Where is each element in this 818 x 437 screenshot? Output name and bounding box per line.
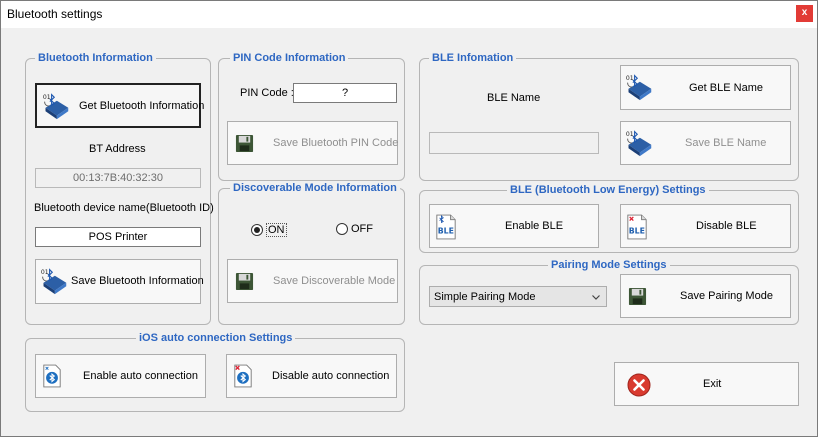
button-label: Get Bluetooth Information	[79, 100, 205, 112]
bluetooth-transfer-icon	[40, 267, 68, 295]
bt-address-field: 00:13:7B:40:32:30	[35, 168, 201, 188]
bluetooth-transfer-icon	[625, 129, 653, 157]
button-label: Exit	[703, 378, 722, 390]
pin-code-label: PIN Code :	[240, 87, 294, 99]
save-ble-name-button[interactable]: Save BLE Name	[620, 121, 791, 165]
radio-label: OFF	[351, 223, 373, 235]
disable-auto-connection-button[interactable]: Disable auto connection	[226, 354, 397, 398]
button-label: Save Bluetooth PIN Code	[273, 137, 399, 149]
ble-disable-icon	[626, 214, 648, 240]
disable-ble-button[interactable]: Disable BLE	[620, 204, 791, 248]
save-discoverable-mode-button[interactable]: Save Discoverable Mode	[227, 259, 398, 303]
close-button[interactable]: x	[796, 5, 813, 22]
group-title: Bluetooth Information	[35, 51, 156, 65]
button-label: Save Bluetooth Information	[71, 275, 204, 287]
radio-indicator	[336, 223, 348, 235]
group-title: PIN Code Information	[230, 51, 349, 65]
bt-address-label: BT Address	[89, 143, 146, 155]
enable-ble-button[interactable]: Enable BLE	[429, 204, 599, 248]
chevron-down-icon	[592, 295, 600, 300]
get-bluetooth-information-button[interactable]: Get Bluetooth Information	[35, 83, 205, 128]
floppy-disk-icon	[628, 287, 647, 306]
bluetooth-settings-window: Bluetooth settings x Bluetooth Informati…	[0, 0, 818, 437]
discoverable-off-radio[interactable]: OFF	[336, 223, 373, 235]
button-label: Save Discoverable Mode	[273, 275, 396, 287]
window-title: Bluetooth settings	[7, 7, 103, 21]
group-title: iOS auto connection Settings	[136, 331, 296, 345]
button-label: Get BLE Name	[689, 82, 763, 94]
select-value: Simple Pairing Mode	[434, 290, 536, 303]
ble-name-label: BLE Name	[487, 92, 541, 104]
button-label: Enable auto connection	[83, 370, 198, 382]
radio-indicator	[251, 224, 263, 236]
device-name-input[interactable]: POS Printer	[35, 227, 201, 247]
floppy-disk-icon	[235, 272, 254, 291]
bluetooth-transfer-icon	[625, 73, 653, 101]
floppy-disk-icon	[235, 134, 254, 153]
group-title: Discoverable Mode Information	[230, 181, 400, 195]
button-label: Disable BLE	[696, 220, 757, 232]
title-bar: Bluetooth settings x	[1, 1, 817, 28]
exit-icon	[627, 373, 651, 397]
button-label: Disable auto connection	[272, 370, 390, 382]
get-ble-name-button[interactable]: Get BLE Name	[620, 65, 791, 110]
group-title: Pairing Mode Settings	[548, 258, 670, 272]
button-label: Enable BLE	[505, 220, 564, 232]
exit-button[interactable]: Exit	[614, 362, 799, 406]
ble-name-input[interactable]	[429, 132, 599, 154]
pin-code-input[interactable]: ?	[293, 83, 397, 103]
discoverable-mode-group: Discoverable Mode Information	[218, 181, 405, 325]
group-title: BLE (Bluetooth Low Energy) Settings	[507, 183, 709, 197]
bluetooth-disable-icon	[233, 364, 253, 388]
save-bluetooth-pin-code-button[interactable]: Save Bluetooth PIN Code	[227, 121, 398, 165]
device-name-label: Bluetooth device name(Bluetooth ID)	[34, 202, 214, 214]
enable-auto-connection-button[interactable]: Enable auto connection	[35, 354, 206, 398]
button-label: Save BLE Name	[685, 137, 767, 149]
group-title: BLE Infomation	[429, 51, 517, 65]
save-bluetooth-information-button[interactable]: Save Bluetooth Information	[35, 259, 204, 304]
bluetooth-transfer-icon	[42, 92, 70, 120]
save-pairing-mode-button[interactable]: Save Pairing Mode	[620, 274, 791, 318]
radio-label: ON	[266, 223, 287, 237]
pairing-mode-select[interactable]: Simple Pairing Mode	[429, 286, 607, 307]
discoverable-on-radio[interactable]: ON	[251, 223, 287, 237]
ble-document-icon	[435, 214, 457, 240]
bluetooth-document-icon	[42, 364, 62, 388]
button-label: Save Pairing Mode	[680, 290, 773, 302]
